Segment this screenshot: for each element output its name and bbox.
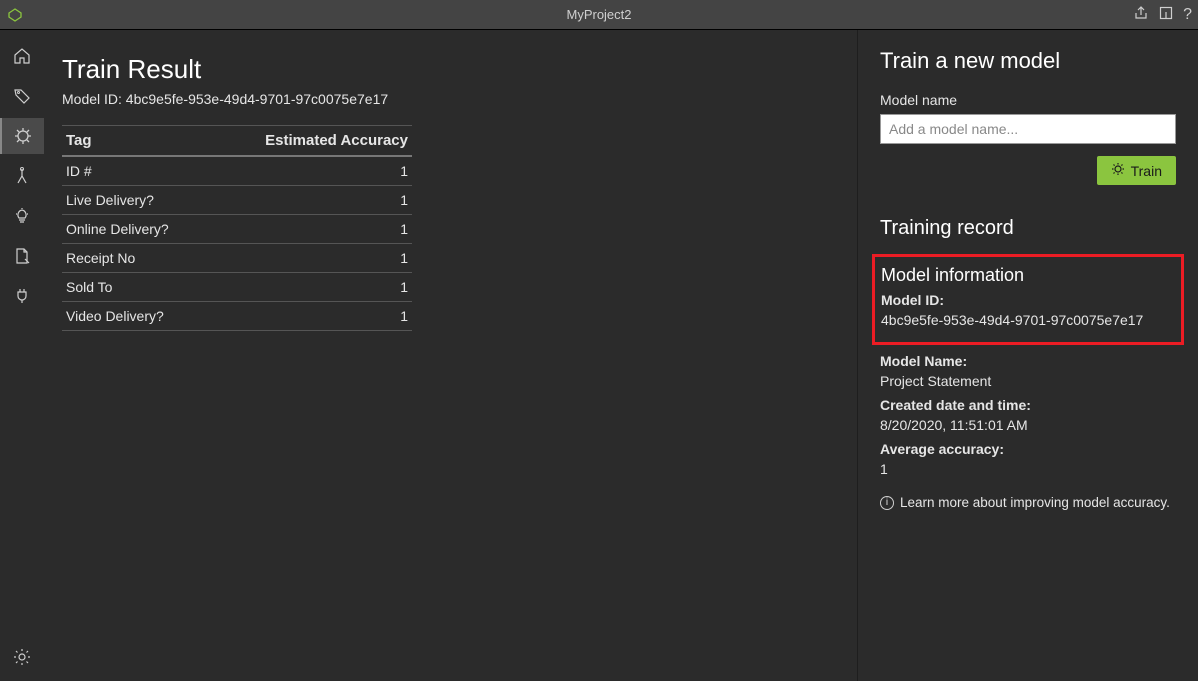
model-info-highlight: Model information Model ID: 4bc9e5fe-953… xyxy=(872,254,1184,345)
model-id-line: Model ID: 4bc9e5fe-953e-49d4-9701-97c007… xyxy=(62,91,829,107)
main-content: Train Result Model ID: 4bc9e5fe-953e-49d… xyxy=(44,30,858,681)
model-info-title: Model information xyxy=(881,265,1175,286)
sidebar-settings-icon[interactable] xyxy=(0,639,44,675)
titlebar: MyProject2 ? xyxy=(0,0,1198,30)
window-title: MyProject2 xyxy=(0,7,1198,22)
table-row: Video Delivery?1 xyxy=(62,302,412,331)
col-accuracy: Estimated Accuracy xyxy=(210,126,412,157)
app-logo-icon xyxy=(0,7,30,23)
model-name-input[interactable] xyxy=(880,114,1176,144)
accuracy-table: Tag Estimated Accuracy ID #1 Live Delive… xyxy=(62,125,412,331)
accuracy-value: 1 xyxy=(880,461,1176,477)
model-id-value: 4bc9e5fe-953e-49d4-9701-97c0075e7e17 xyxy=(881,312,1175,328)
learn-more-link[interactable]: i Learn more about improving model accur… xyxy=(880,495,1176,510)
created-key: Created date and time: xyxy=(880,397,1176,413)
table-row: Receipt No1 xyxy=(62,244,412,273)
sidebar xyxy=(0,30,44,681)
window-icon[interactable] xyxy=(1159,6,1173,23)
sidebar-plug-icon[interactable] xyxy=(0,278,44,314)
sidebar-train-icon[interactable] xyxy=(0,118,44,154)
model-id-key: Model ID: xyxy=(881,292,1175,308)
app-body: Train Result Model ID: 4bc9e5fe-953e-49d… xyxy=(0,30,1198,681)
col-tag: Tag xyxy=(62,126,210,157)
sidebar-tag-icon[interactable] xyxy=(0,78,44,114)
learn-more-text: Learn more about improving model accurac… xyxy=(900,495,1170,510)
model-name-label: Model name xyxy=(880,92,1176,108)
created-value: 8/20/2020, 11:51:01 AM xyxy=(880,417,1176,433)
train-new-heading: Train a new model xyxy=(880,48,1176,74)
sidebar-home-icon[interactable] xyxy=(0,38,44,74)
train-gear-icon xyxy=(1111,162,1125,179)
share-icon[interactable] xyxy=(1133,5,1149,24)
help-icon[interactable]: ? xyxy=(1183,6,1192,24)
info-icon: i xyxy=(880,496,894,510)
table-row: Live Delivery?1 xyxy=(62,186,412,215)
accuracy-key: Average accuracy: xyxy=(880,441,1176,457)
sidebar-compose-icon[interactable] xyxy=(0,158,44,194)
sidebar-doc-icon[interactable] xyxy=(0,238,44,274)
table-row: Online Delivery?1 xyxy=(62,215,412,244)
model-name-value: Project Statement xyxy=(880,373,1176,389)
right-panel: Train a new model Model name Train Train… xyxy=(858,30,1198,681)
train-button-label: Train xyxy=(1131,163,1162,179)
model-name-key: Model Name: xyxy=(880,353,1176,369)
sidebar-bulb-icon[interactable] xyxy=(0,198,44,234)
table-row: Sold To1 xyxy=(62,273,412,302)
training-record-heading: Training record xyxy=(880,217,1176,240)
train-button[interactable]: Train xyxy=(1097,156,1176,185)
page-heading: Train Result xyxy=(62,54,829,85)
table-row: ID #1 xyxy=(62,156,412,186)
